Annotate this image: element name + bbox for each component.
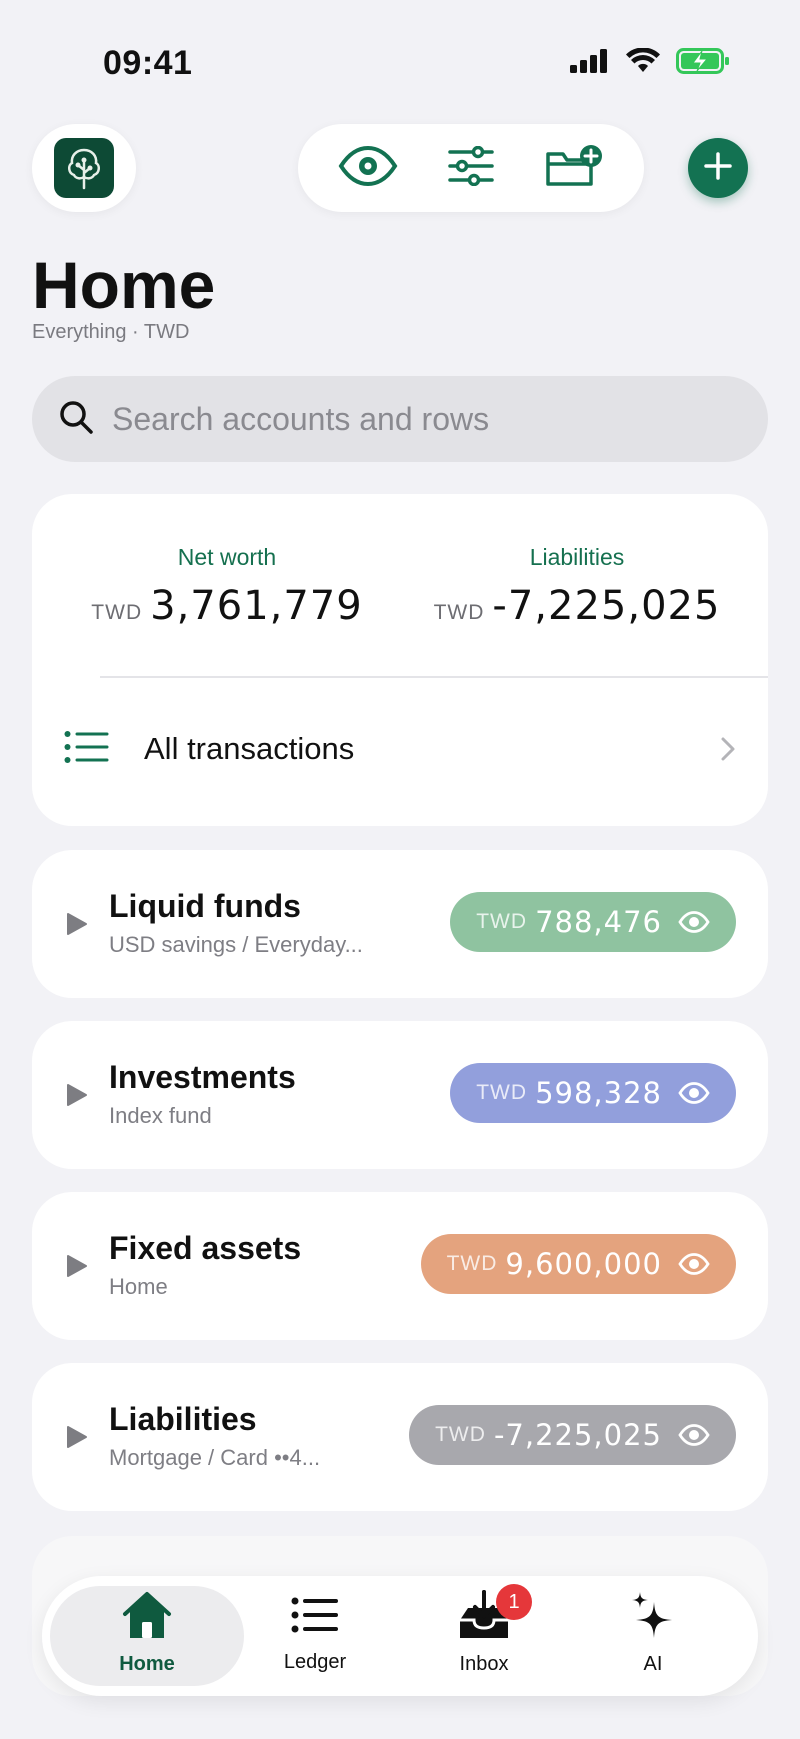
- chevron-right-icon: [720, 736, 736, 767]
- page-title: Home: [32, 248, 216, 322]
- list-icon: [290, 1590, 340, 1645]
- search-input[interactable]: [112, 400, 732, 438]
- group-title: Liabilities: [109, 1401, 257, 1437]
- group-subtitle: Index fund: [109, 1103, 212, 1128]
- group-balance-pill[interactable]: TWD 9,600,000: [420, 1234, 736, 1294]
- sliders-icon: [448, 145, 494, 191]
- eye-icon[interactable]: [678, 1082, 710, 1104]
- signal-icon: [570, 49, 610, 78]
- tree-logo-icon: [54, 138, 114, 198]
- group-card-investments[interactable]: Investments Index fund TWD 598,328: [32, 1021, 768, 1169]
- group-balance-pill[interactable]: TWD -7,225,025: [409, 1405, 736, 1465]
- status-icons: [570, 47, 730, 79]
- filters-button[interactable]: [435, 132, 507, 204]
- all-transactions-label: All transactions: [144, 731, 355, 766]
- sparkles-icon: [628, 1590, 678, 1647]
- group-balance-pill[interactable]: TWD 598,328: [450, 1063, 736, 1123]
- liabilities-block: Liabilities TWD -7,225,025: [412, 544, 742, 629]
- tab-ledger[interactable]: Ledger: [245, 1590, 385, 1682]
- group-currency: TWD: [446, 1252, 498, 1275]
- group-title: Fixed assets: [109, 1230, 302, 1266]
- plus-icon: [703, 151, 733, 186]
- group-title: Liquid funds: [109, 888, 301, 924]
- group-card-liquid-funds[interactable]: Liquid funds USD savings / Everyday... T…: [32, 850, 768, 998]
- folder-add-icon: [545, 144, 603, 193]
- app-logo-button[interactable]: [32, 124, 136, 212]
- net-worth-label: Net worth: [177, 544, 277, 570]
- expand-triangle-icon[interactable]: [66, 1425, 88, 1454]
- battery-charging-icon: [676, 48, 730, 79]
- eye-icon: [338, 145, 398, 191]
- group-currency: TWD: [476, 910, 528, 933]
- add-button[interactable]: [688, 138, 748, 198]
- group-card-liabilities[interactable]: Liabilities Mortgage / Card ••4... TWD -…: [32, 1363, 768, 1511]
- tab-inbox[interactable]: 1 Inbox: [414, 1584, 554, 1682]
- search-bar[interactable]: [32, 376, 768, 462]
- group-amount: -7,225,025: [493, 1418, 662, 1452]
- expand-triangle-icon[interactable]: [66, 912, 88, 941]
- new-folder-button[interactable]: [538, 132, 610, 204]
- group-balance-pill[interactable]: TWD 788,476: [450, 892, 736, 952]
- wifi-icon: [626, 47, 660, 79]
- net-worth-currency: TWD: [91, 601, 143, 624]
- group-amount: 598,328: [535, 1076, 662, 1110]
- net-worth-block: Net worth TWD 3,761,779: [72, 544, 382, 629]
- summary-card: Net worth TWD 3,761,779 Liabilities TWD …: [32, 494, 768, 826]
- tab-ai[interactable]: AI: [583, 1590, 723, 1682]
- group-currency: TWD: [476, 1081, 528, 1104]
- tab-ledger-label: Ledger: [283, 1651, 347, 1673]
- tab-bar: Home Ledger 1 Inbox AI: [42, 1576, 758, 1696]
- status-bar: 09:41: [0, 0, 800, 120]
- expand-triangle-icon[interactable]: [66, 1083, 88, 1112]
- list-icon: [64, 730, 110, 769]
- tab-home-label: Home: [119, 1653, 175, 1675]
- search-icon: [58, 399, 94, 440]
- group-subtitle: Mortgage / Card ••4...: [109, 1445, 321, 1470]
- group-amount: 9,600,000: [505, 1247, 662, 1281]
- all-transactions-row[interactable]: All transactions: [32, 694, 768, 804]
- group-subtitle: Home: [109, 1274, 168, 1299]
- liabilities-label: Liabilities: [529, 544, 625, 570]
- toolbar-pill: [298, 124, 644, 212]
- liabilities-value: -7,225,025: [492, 583, 721, 629]
- house-icon: [120, 1590, 174, 1647]
- eye-icon[interactable]: [678, 911, 710, 933]
- group-card-fixed-assets[interactable]: Fixed assets Home TWD 9,600,000: [32, 1192, 768, 1340]
- group-subtitle: USD savings / Everyday...: [109, 932, 363, 957]
- group-currency: TWD: [435, 1423, 486, 1446]
- status-time: 09:41: [103, 44, 193, 82]
- net-worth-value: 3,761,779: [150, 583, 363, 629]
- group-title: Investments: [109, 1059, 296, 1095]
- inbox-badge: 1: [496, 1584, 532, 1620]
- group-amount: 788,476: [535, 905, 662, 939]
- expand-triangle-icon[interactable]: [66, 1254, 88, 1283]
- tab-home[interactable]: Home: [77, 1590, 217, 1682]
- tab-inbox-label: Inbox: [459, 1653, 509, 1675]
- page-subtitle: Everything · TWD: [32, 321, 190, 343]
- liabilities-currency: TWD: [433, 601, 485, 624]
- visibility-toggle-button[interactable]: [332, 132, 404, 204]
- eye-icon[interactable]: [678, 1424, 710, 1446]
- eye-icon[interactable]: [678, 1253, 710, 1275]
- tab-ai-label: AI: [643, 1653, 663, 1675]
- summary-divider: [100, 676, 768, 678]
